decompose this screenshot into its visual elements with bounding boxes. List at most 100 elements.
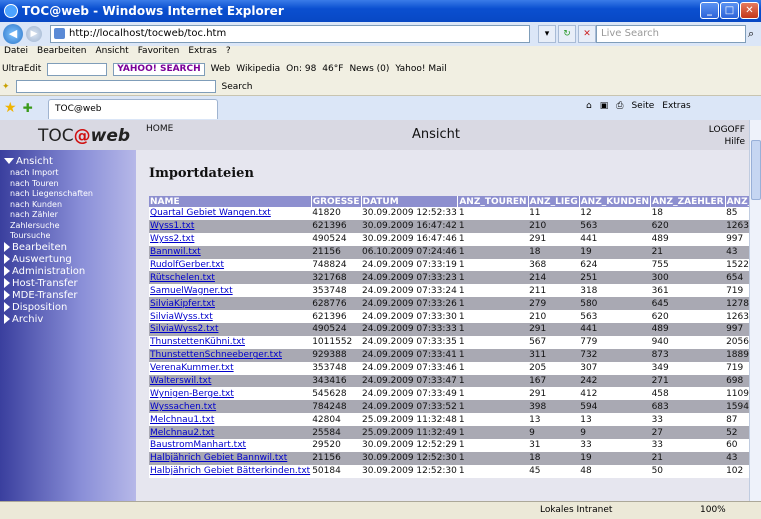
toolbar-search-button[interactable]: Search — [222, 82, 253, 92]
col-groesse[interactable]: GROESSE — [311, 196, 362, 207]
col-datum[interactable]: DATUM — [361, 196, 459, 207]
file-link[interactable]: Wyssachen.txt — [150, 402, 216, 412]
logoff-link[interactable]: LOGOFF — [709, 124, 745, 136]
col-anz-zaehler[interactable]: ANZ_ZAEHLER — [650, 196, 726, 207]
vertical-scrollbar[interactable] — [749, 120, 761, 501]
dropdown-icon[interactable]: ▾ — [538, 25, 556, 43]
favorites-star-icon[interactable]: ★ — [4, 100, 17, 116]
sidebar-item-nach-touren[interactable]: nach Touren — [0, 179, 136, 190]
toolbar-search-input[interactable] — [15, 80, 216, 93]
menu-bearbeiten[interactable]: Bearbeiten — [37, 46, 86, 60]
table-row: SamuelWagner.txt 353748 24.09.2009 07:33:2… — [149, 284, 761, 298]
file-link[interactable]: Melchnau2.txt — [150, 428, 214, 438]
add-favorite-icon[interactable]: ✚ — [23, 101, 33, 115]
file-link[interactable]: ThunstettenSchneeberger.txt — [150, 350, 282, 360]
file-link[interactable]: ThunstettenKühni.txt — [150, 337, 245, 347]
home-icon[interactable]: ⌂ — [586, 101, 592, 111]
menu-favoriten[interactable]: Favoriten — [138, 46, 180, 60]
minimize-button[interactable]: _ — [700, 2, 719, 19]
on98-button[interactable]: On: 98 — [286, 64, 316, 74]
file-link[interactable]: Halbjährich Gebiet Bannwil.txt — [150, 453, 287, 463]
sidebar-section-archiv[interactable]: Archiv — [0, 313, 136, 326]
extras-menu[interactable]: Extras — [662, 101, 690, 111]
refresh-icon[interactable]: ↻ — [558, 25, 576, 43]
col-anz-lieg[interactable]: ANZ_LIEG — [528, 196, 580, 207]
file-link[interactable]: Bannwil.txt — [150, 247, 201, 257]
file-link[interactable]: SilviaWyss.txt — [150, 312, 213, 322]
cell-value: 24.09.2009 07:33:49 — [361, 387, 458, 401]
url-field[interactable]: http://localhost/tocweb/toc.htm — [50, 25, 530, 43]
col-anz-touren[interactable]: ANZ_TOUREN — [457, 196, 529, 207]
feeds-icon[interactable]: ▣ — [600, 101, 609, 111]
sidebar-item-nach-kunden[interactable]: nach Kunden — [0, 200, 136, 211]
print-icon[interactable]: ⎙ — [616, 101, 623, 111]
col-anz-kunden[interactable]: ANZ_KUNDEN — [579, 196, 652, 207]
sidebar-item-nach-zaehler[interactable]: nach Zähler — [0, 210, 136, 221]
security-zone: Lokales Intranet — [540, 505, 613, 515]
expand-icon — [4, 253, 10, 264]
yahoo-search-logo[interactable]: YAHOO! SEARCH — [113, 62, 205, 76]
wikipedia-button[interactable]: Wikipedia — [236, 64, 280, 74]
close-button[interactable]: ✕ — [740, 2, 759, 19]
sidebar-item-zahlersuche[interactable]: Zahlersuche — [0, 221, 136, 232]
file-link[interactable]: Halbjährich Gebiet Bätterkinden.txt — [150, 466, 310, 476]
file-link[interactable]: Wyss1.txt — [150, 221, 194, 231]
help-link[interactable]: Hilfe — [709, 136, 745, 148]
sidebar-section-ansicht[interactable]: Ansicht — [0, 156, 136, 168]
col-name[interactable]: NAME — [149, 196, 312, 207]
url-text: http://localhost/tocweb/toc.htm — [69, 28, 227, 39]
sidebar-section-host-transfer[interactable]: Host-Transfer — [0, 277, 136, 290]
weather-button[interactable]: 46°F — [322, 64, 343, 74]
maximize-button[interactable]: □ — [720, 2, 739, 19]
cell-name: VerenaKummer.txt — [149, 361, 312, 375]
stop-icon[interactable]: ✕ — [578, 25, 596, 43]
search-icon[interactable]: ⌕ — [748, 27, 754, 41]
file-link[interactable]: BaustromManhart.txt — [150, 440, 246, 450]
sidebar-item-nach-import[interactable]: nach Import — [0, 168, 136, 179]
sidebar-section-auswertung[interactable]: Auswertung — [0, 253, 136, 266]
file-link[interactable]: Quartal Gebiet Wangen.txt — [150, 208, 271, 218]
file-link[interactable]: VerenaKummer.txt — [150, 363, 234, 373]
home-link[interactable]: HOME — [146, 124, 173, 134]
sidebar-section-administration[interactable]: Administration — [0, 265, 136, 278]
menu-extras[interactable]: Extras — [188, 46, 216, 60]
cell-value: 784248 — [311, 400, 362, 414]
sidebar-item-nach-liegenschaften[interactable]: nach Liegenschaften — [0, 189, 136, 200]
sidebar-section-bearbeiten[interactable]: Bearbeiten — [0, 241, 136, 254]
sidebar-section-mde-transfer[interactable]: MDE-Transfer — [0, 289, 136, 302]
live-search-input[interactable]: Live Search — [596, 25, 746, 43]
cell-name: Wyssachen.txt — [149, 400, 312, 414]
back-button[interactable]: ◀ — [3, 24, 23, 44]
file-link[interactable]: Melchnau1.txt — [150, 415, 214, 425]
news-button[interactable]: News (0) — [349, 64, 389, 74]
sidebar-section-disposition[interactable]: Disposition — [0, 301, 136, 314]
cell-value: 11 — [528, 207, 580, 220]
forward-button[interactable]: ▶ — [26, 26, 42, 42]
file-link[interactable]: SilviaWyss2.txt — [150, 324, 218, 334]
tab-tocweb[interactable]: TOC@web — [48, 99, 218, 119]
file-link[interactable]: Wyss2.txt — [150, 234, 194, 244]
file-link[interactable]: Wynigen-Berge.txt — [150, 389, 234, 399]
file-link[interactable]: SamuelWagner.txt — [150, 286, 233, 296]
table-row: Quartal Gebiet Wangen.txt 41820 30.09.2009… — [149, 207, 761, 220]
sidebar-item-toursuche[interactable]: Toursuche — [0, 231, 136, 242]
table-row: ThunstettenSchneeberger.txt 929388 24.09.2… — [149, 348, 761, 362]
scrollbar-thumb[interactable] — [751, 140, 761, 200]
web-button[interactable]: Web — [211, 64, 231, 74]
file-link[interactable]: Walterswil.txt — [150, 376, 211, 386]
menu-ansicht[interactable]: Ansicht — [95, 46, 128, 60]
toolbar-icon[interactable]: ✦ — [2, 82, 10, 92]
menu-help[interactable]: ? — [226, 46, 231, 60]
ultraedit-button[interactable]: UltraEdit — [2, 64, 41, 74]
zoom-level[interactable]: 100% — [700, 505, 726, 515]
file-link[interactable]: RudolfGerber.txt — [150, 260, 224, 270]
menu-datei[interactable]: Datei — [4, 46, 28, 60]
cell-value: 563 — [579, 310, 651, 324]
cell-value: 621396 — [311, 219, 362, 233]
yahoo-mail-button[interactable]: Yahoo! Mail — [395, 64, 446, 74]
file-link[interactable]: Rütschelen.txt — [150, 273, 215, 283]
file-link[interactable]: SilviaKipfer.txt — [150, 299, 215, 309]
table-header-row: NAME GROESSE DATUM ANZ_TOUREN ANZ_LIEG A… — [149, 196, 761, 207]
page-menu[interactable]: Seite — [631, 101, 654, 111]
ultraedit-input[interactable] — [47, 62, 108, 76]
